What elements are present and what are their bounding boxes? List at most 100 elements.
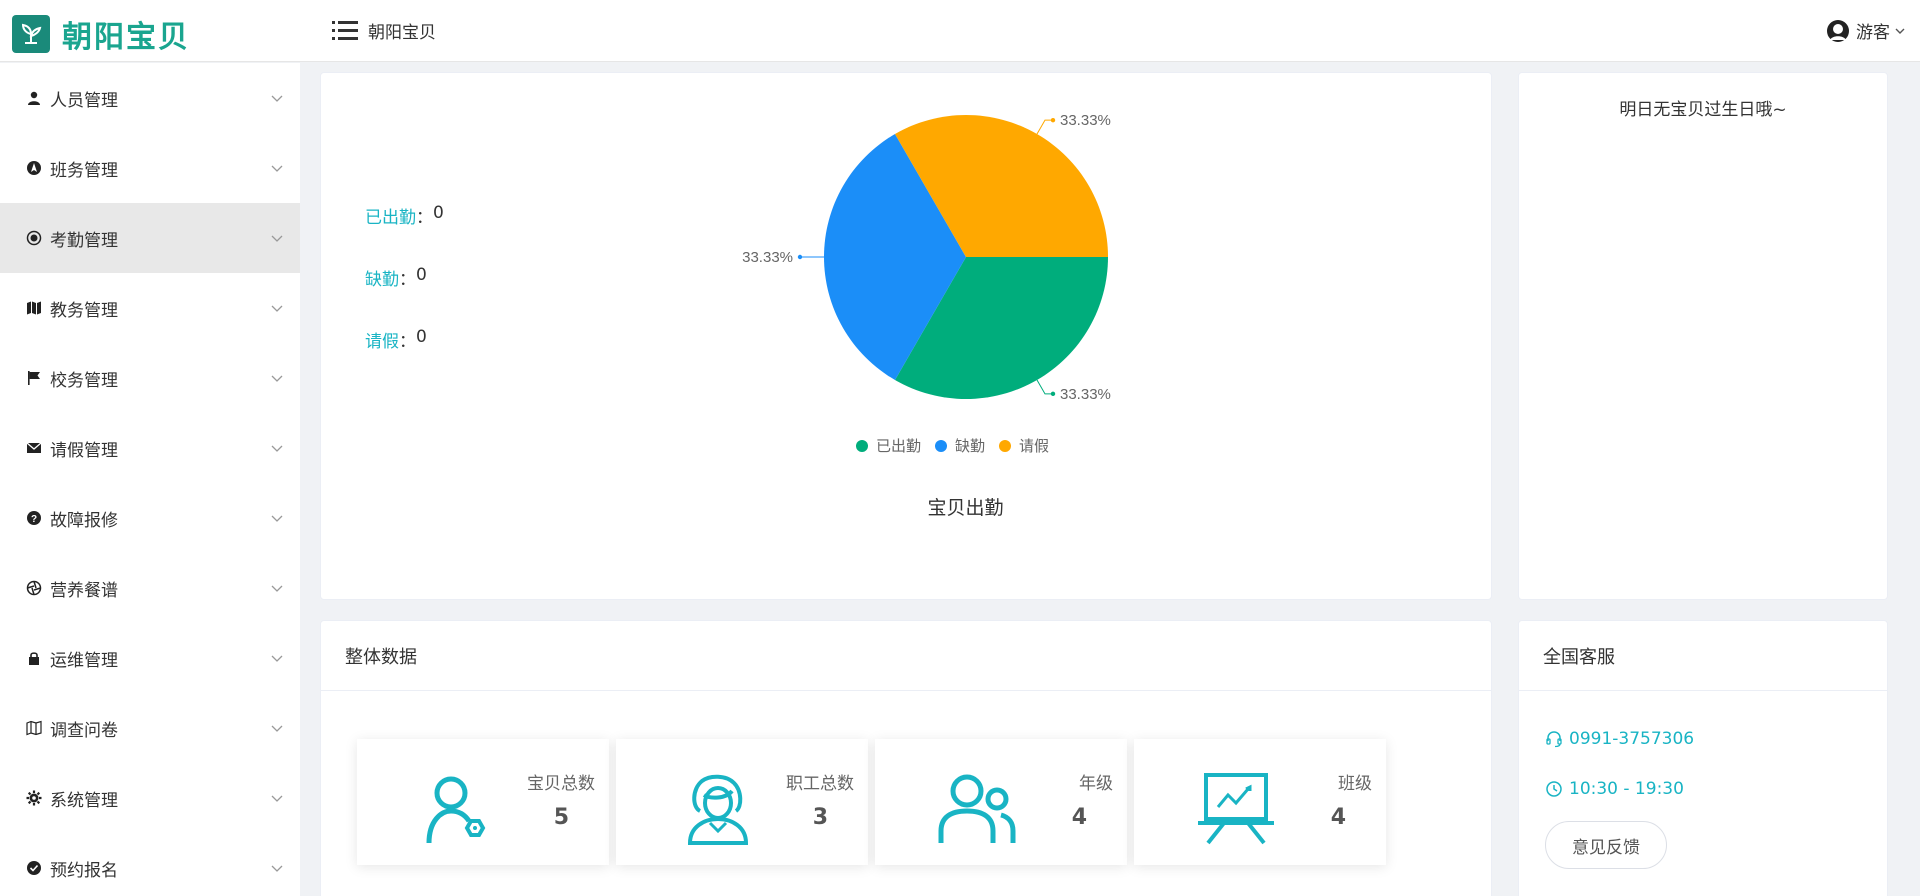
stat-card[interactable]: 宝贝总数 5	[357, 739, 609, 865]
app-logo[interactable]: 朝阳宝贝	[12, 12, 190, 56]
breadcrumb: 朝阳宝贝	[368, 23, 436, 43]
logo-text: 朝阳宝贝	[62, 20, 190, 55]
chevron-down-icon	[271, 515, 283, 522]
stat-label: 年级	[1079, 774, 1113, 794]
label-dot	[1050, 391, 1056, 397]
attendance-card: 已出勤 ： 0 缺勤 ： 0 请假 ： 0 33.33% 33.33% 33.33%…	[320, 72, 1492, 600]
stat-value: 3	[812, 805, 828, 830]
stat-card[interactable]: 班级 4	[1134, 739, 1386, 865]
mail-icon	[26, 440, 42, 456]
staff-icon	[687, 774, 749, 845]
chart-title: 宝贝出勤	[927, 497, 1004, 519]
avatar-icon	[1827, 19, 1849, 42]
sidebar-item[interactable]: 班务管理	[0, 133, 300, 203]
sidebar: 人员管理班务管理考勤管理教务管理校务管理请假管理? 故障报修营养餐谱运维管理调查问…	[0, 63, 300, 896]
menu-icon	[332, 20, 358, 40]
stats-row: 宝贝总数 5 职工总数 3 年级 4 班级 4	[357, 739, 1393, 865]
map-outline-icon	[26, 720, 42, 736]
chevron-down-icon	[271, 795, 283, 802]
chevron-down-icon	[271, 305, 283, 312]
sidebar-item[interactable]: 调查问卷	[0, 693, 300, 763]
chevron-down-icon	[271, 655, 283, 662]
legend-item[interactable]: 已出勤	[856, 435, 921, 456]
child-icon	[426, 776, 486, 844]
gear-icon	[26, 790, 42, 806]
legend-dot	[856, 439, 868, 452]
sidebar-item[interactable]: 营养餐谱	[0, 553, 300, 623]
aperture-icon	[26, 580, 42, 596]
stat-label: 宝贝总数	[527, 774, 595, 794]
label-leader-line	[1036, 379, 1053, 395]
hours-row: 10:30 - 19:30	[1545, 779, 1684, 799]
compass-icon	[26, 160, 42, 176]
stat-value: 4	[1330, 805, 1346, 830]
overall-data-card: 整体数据 宝贝总数 5 职工总数 3 年级 4 班级 4	[320, 620, 1492, 896]
sidebar-item-label: 人员管理	[50, 90, 118, 111]
sidebar-item-label: 故障报修	[50, 510, 118, 531]
sidebar-item-label: 班务管理	[50, 160, 118, 181]
sidebar-item-label: 运维管理	[50, 650, 118, 671]
sidebar-item[interactable]: 请假管理	[0, 413, 300, 483]
flag-icon	[26, 370, 42, 386]
label-dot	[797, 254, 803, 260]
stat-card[interactable]: 职工总数 3	[616, 739, 868, 865]
chevron-down-icon	[271, 95, 283, 102]
slice-percent-label: 33.33%	[1060, 112, 1111, 129]
chart-legend: 已出勤 缺勤 请假	[856, 435, 1063, 456]
classroom-icon	[1198, 773, 1274, 845]
birthday-notice: 明日无宝贝过生日哦~	[1619, 100, 1787, 120]
sidebar-item[interactable]: 系统管理	[0, 763, 300, 833]
legend-dot	[935, 439, 948, 452]
sidebar-item[interactable]: 人员管理	[0, 63, 300, 133]
chevron-down-icon	[271, 235, 283, 242]
lock-icon	[26, 650, 42, 666]
legend-label: 请假	[1019, 437, 1050, 455]
feedback-button[interactable]: 意见反馈	[1545, 821, 1667, 869]
sidebar-item[interactable]: 运维管理	[0, 623, 300, 693]
chevron-down-icon	[271, 165, 283, 172]
stat-value: 4	[1071, 805, 1087, 830]
check-circle-icon	[26, 860, 42, 876]
sidebar-item[interactable]: 考勤管理	[0, 203, 300, 273]
sidebar-item-label: 营养餐谱	[50, 580, 118, 601]
headset-icon	[1546, 731, 1562, 748]
sidebar-item[interactable]: 校务管理	[0, 343, 300, 413]
service-phone: 0991-3757306	[1569, 729, 1695, 749]
sidebar-item[interactable]: 预约报名	[0, 833, 300, 896]
sidebar-item[interactable]: ? 故障报修	[0, 483, 300, 553]
chevron-down-icon	[271, 585, 283, 592]
group-icon	[938, 774, 1016, 843]
record-icon	[26, 230, 42, 246]
sidebar-item-label: 预约报名	[50, 860, 118, 881]
service-hours: 10:30 - 19:30	[1569, 779, 1684, 799]
sprout-icon	[12, 15, 50, 53]
sidebar-item-label: 校务管理	[50, 370, 118, 391]
chevron-down-icon	[1895, 28, 1905, 34]
chevron-down-icon	[271, 445, 283, 452]
user-name: 游客	[1856, 23, 1890, 43]
legend-item[interactable]: 请假	[999, 435, 1049, 456]
legend-dot	[999, 439, 1012, 452]
question-icon: ?	[26, 510, 42, 526]
chevron-down-icon	[271, 865, 283, 872]
label-leader-line	[1036, 119, 1053, 135]
attendance-pie-chart: 33.33% 33.33% 33.33%	[742, 112, 1111, 403]
map-icon	[26, 300, 42, 316]
birthday-card: 明日无宝贝过生日哦~	[1518, 72, 1888, 600]
label-dot	[1050, 117, 1056, 123]
top-header: 朝阳宝贝 朝阳宝贝 游客	[0, 0, 1920, 62]
legend-item[interactable]: 缺勤	[935, 435, 985, 456]
legend-label: 缺勤	[955, 437, 986, 455]
chevron-down-icon	[271, 375, 283, 382]
sidebar-item-label: 教务管理	[50, 300, 118, 321]
stat-label: 班级	[1338, 774, 1372, 794]
menu-toggle[interactable]: 朝阳宝贝	[332, 18, 436, 43]
clock-icon	[1546, 781, 1562, 797]
stat-card[interactable]: 年级 4	[875, 739, 1127, 865]
sidebar-item[interactable]: 教务管理	[0, 273, 300, 343]
user-menu[interactable]: 游客	[1826, 18, 1906, 43]
overall-title: 整体数据	[321, 621, 1491, 691]
legend-label: 已出勤	[876, 437, 922, 455]
sidebar-item-label: 考勤管理	[50, 230, 118, 251]
slice-percent-label: 33.33%	[1060, 386, 1111, 403]
